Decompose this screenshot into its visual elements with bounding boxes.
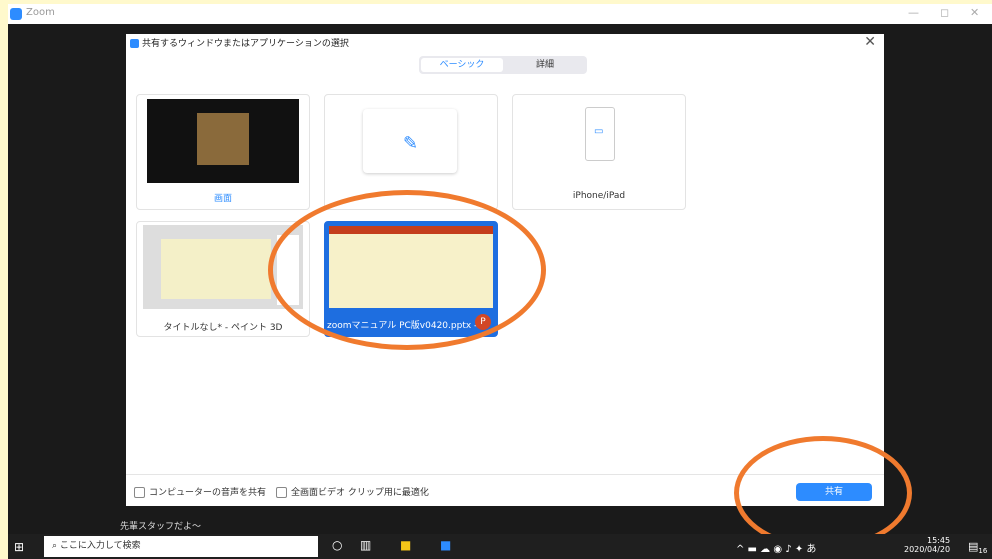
zoom-titlebar: Zoom — ◻ ✕ [8,4,992,24]
minimize-button[interactable]: — [908,6,919,19]
powerpoint-window-card[interactable]: zoomマニュアル PC版v0420.pptx - ... P [324,221,498,337]
iphone-ipad-card[interactable]: ▭ iPhone/iPad [512,94,686,210]
zoom-icon [130,39,139,48]
whiteboard-thumbnail: ✎ [363,109,457,173]
card-label: 画面 [213,194,232,204]
zoom-app-icon [10,8,22,20]
pen-icon: ✎ [403,133,419,154]
taskbar-clock[interactable]: 15:45 2020/04/20 [904,536,950,554]
notification-icon[interactable]: ▤16 [968,540,987,555]
share-button[interactable]: 共有 [796,483,872,501]
airplay-icon: ▭ [594,126,604,137]
tab-basic[interactable]: ベーシック [421,58,503,72]
task-view-icon[interactable]: ▥ [360,538,371,552]
share-screen-card[interactable]: 画面 [136,94,310,210]
search-icon: ⌕ [52,541,60,551]
share-tabs: ベーシック 詳細 [419,56,587,74]
dialog-footer: コンピューターの音声を共有 全画面ビデオ クリップ用に最適化 共有 [126,474,884,507]
powerpoint-thumbnail [329,226,493,308]
share-audio-checkbox[interactable]: コンピューターの音声を共有 [134,485,266,498]
tab-advanced[interactable]: 詳細 [505,58,585,72]
paint3d-window-card[interactable]: タイトルなし* - ペイント 3D [136,221,310,337]
window-title: Zoom [26,7,55,18]
screen-thumbnail [147,99,299,183]
windows-taskbar: ⊞ ⌕ ここに入力して検索 ○ ▥ ■ ■ ^ ▬ ☁ ◉ ♪ ✦ あ 15:4… [8,534,992,559]
card-label: iPhone/iPad [572,191,626,201]
powerpoint-icon: P [475,314,491,330]
dialog-close-button[interactable]: ✕ [864,34,876,50]
card-label: タイトルなし* - ペイント 3D [163,323,283,333]
share-dialog: 共有するウィンドウまたはアプリケーションの選択 ✕ ベーシック 詳細 画面 ✎ … [126,34,884,506]
maximize-button[interactable]: ◻ [940,6,949,19]
taskbar-search[interactable]: ⌕ ここに入力して検索 [44,536,318,557]
zoom-taskbar-icon[interactable]: ■ [440,538,451,552]
sticky-notes-icon[interactable]: ■ [400,538,411,552]
phone-icon: ▭ [585,107,615,161]
card-label: zoomマニュアル PC版v0420.pptx - ... [327,321,489,331]
paint3d-thumbnail [143,225,303,309]
dialog-title: 共有するウィンドウまたはアプリケーションの選択 [130,36,349,49]
windows-start-icon[interactable]: ⊞ [14,540,24,554]
optimize-video-checkbox[interactable]: 全画面ビデオ クリップ用に最適化 [276,485,429,498]
close-window-button[interactable]: ✕ [970,6,979,19]
cortana-icon[interactable]: ○ [332,538,342,552]
whiteboard-card[interactable]: ✎ [324,94,498,210]
system-tray[interactable]: ^ ▬ ☁ ◉ ♪ ✦ あ [736,540,816,555]
caption-text: 先輩スタッフだよ〜 [120,522,202,532]
ime-indicator: あ [806,544,817,555]
